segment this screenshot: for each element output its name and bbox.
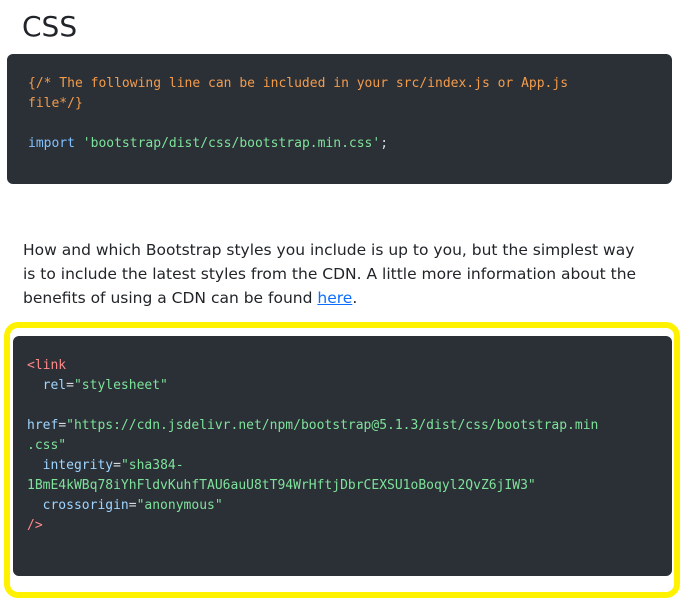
code-line: integrity="sha384- <box>42 458 184 473</box>
code-string: 1BmE4kWBq78iYhFldvKuhfTAU6auU8tT94WrHftj… <box>27 478 536 493</box>
code-line: rel="stylesheet" <box>42 378 168 393</box>
code-tag: <link <box>27 358 67 373</box>
code-string: "stylesheet" <box>73 378 168 393</box>
code-line: .css" <box>27 436 672 456</box>
here-link[interactable]: here <box>317 289 352 307</box>
code-keyword: import <box>28 136 75 151</box>
code-attr: href <box>27 418 59 433</box>
code-string: "anonymous" <box>136 498 223 513</box>
code-string: 'bootstrap/dist/css/bootstrap.min.css' <box>82 136 381 151</box>
code-line: /> <box>27 516 672 536</box>
code-line: {/* The following line can be included i… <box>28 74 672 94</box>
code-attr: rel <box>42 378 67 393</box>
code-line: import 'bootstrap/dist/css/bootstrap.min… <box>28 134 672 154</box>
code-attr: integrity <box>42 458 114 473</box>
code-tag: /> <box>27 518 43 533</box>
code-string: "https://cdn.jsdelivr.net/npm/bootstrap@… <box>66 418 599 433</box>
code-line: file*/} <box>28 94 672 114</box>
description-paragraph: How and which Bootstrap styles you inclu… <box>23 238 648 310</box>
code-line: href="https://cdn.jsdelivr.net/npm/boots… <box>27 418 599 433</box>
code-comment: {/* The following line can be included i… <box>28 76 569 91</box>
code-block-import: {/* The following line can be included i… <box>7 54 672 184</box>
code-attr: crossorigin <box>42 498 129 513</box>
code-line: 1BmE4kWBq78iYhFldvKuhfTAU6auU8tT94WrHftj… <box>27 476 672 496</box>
code-comment: file*/} <box>28 96 83 111</box>
code-string: .css" <box>27 438 67 453</box>
code-line: <link <box>27 356 672 376</box>
code-string: "sha384- <box>120 458 184 473</box>
code-line: crossorigin="anonymous" <box>42 498 223 513</box>
code-block-link: <link rel="stylesheet" href="https://cdn.… <box>13 336 672 576</box>
code-punct: ; <box>380 136 389 151</box>
paragraph-end: . <box>352 289 358 307</box>
section-heading: CSS <box>22 10 78 43</box>
